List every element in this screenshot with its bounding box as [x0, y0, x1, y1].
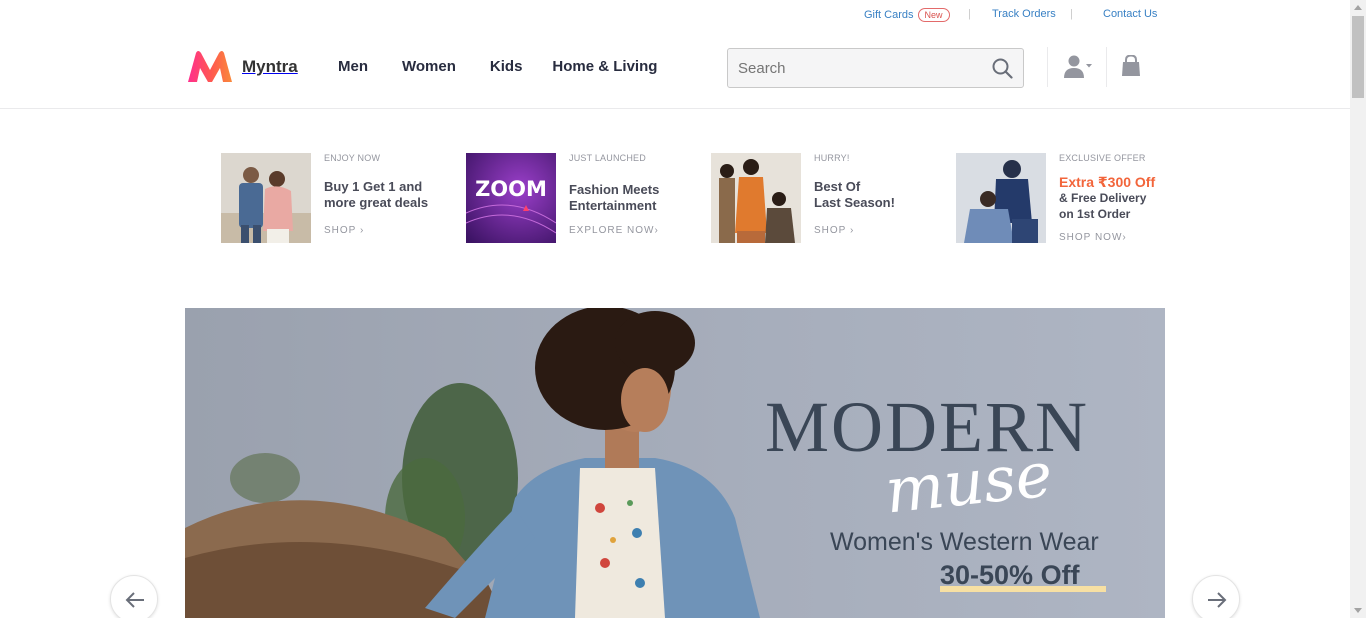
- promo-title-line: Fashion Meets: [569, 182, 660, 197]
- promo-kicker: EXCLUSIVE OFFER: [1059, 153, 1146, 163]
- promo-title: Fashion Meets Entertainment: [569, 182, 689, 214]
- promo-card[interactable]: ENJOY NOW Buy 1 Get 1 and more great dea…: [221, 153, 441, 245]
- scroll-up-icon[interactable]: [1354, 5, 1362, 10]
- gift-cards-label: Gift Cards: [864, 9, 914, 21]
- main-nav: Men Women Kids Home & Living: [338, 58, 691, 75]
- nav-kids[interactable]: Kids: [490, 58, 523, 75]
- promo-card[interactable]: HURRY! Best Of Last Season! SHOP ›: [711, 153, 931, 245]
- promo-title-line: Best Of: [814, 179, 861, 194]
- scroll-down-icon[interactable]: [1354, 608, 1362, 613]
- promo-cta[interactable]: SHOP ›: [324, 225, 364, 236]
- promo-title-line: on 1st Order: [1059, 207, 1131, 221]
- utility-bar: Gift Cards New | Track Orders | Contact U…: [0, 0, 1350, 32]
- promo-title-line: more great deals: [324, 195, 429, 210]
- search-icon[interactable]: [992, 58, 1013, 84]
- search-box: [727, 48, 1024, 88]
- gift-cards-link[interactable]: Gift Cards New: [864, 8, 950, 22]
- hero-banner[interactable]: MODERN muse Women's Western Wear 30-50% …: [185, 308, 1165, 618]
- promo-image-couple: [221, 153, 311, 243]
- promo-highlight: Extra ₹300 Off: [1059, 174, 1156, 190]
- nav-men[interactable]: Men: [338, 58, 368, 75]
- promo-image-pair: [956, 153, 1046, 243]
- promo-title-line: & Free Delivery: [1059, 191, 1147, 205]
- carousel-prev-button[interactable]: [110, 575, 158, 618]
- myntra-m-icon: [188, 51, 232, 82]
- nav-women[interactable]: Women: [402, 58, 456, 75]
- promo-image-zoom: ZOOM: [466, 153, 556, 243]
- arrow-left-icon: [125, 592, 144, 608]
- search-input[interactable]: [728, 49, 968, 87]
- header-divider: [1106, 47, 1107, 87]
- promo-cta[interactable]: SHOP NOW›: [1059, 232, 1127, 243]
- promo-cta[interactable]: EXPLORE NOW›: [569, 225, 659, 236]
- promo-title-line: Entertainment: [569, 198, 657, 213]
- header-divider: [1047, 47, 1048, 87]
- promo-title: Extra ₹300 Off & Free Delivery on 1st Or…: [1059, 174, 1179, 222]
- track-orders-link[interactable]: Track Orders: [992, 8, 1056, 20]
- promo-title: Best Of Last Season!: [814, 179, 934, 211]
- separator: |: [968, 8, 971, 20]
- main-header: Myntra Men Women Kids Home & Living: [0, 32, 1350, 109]
- hero-text-block: MODERN muse Women's Western Wear 30-50% …: [185, 308, 1165, 618]
- promo-title: Buy 1 Get 1 and more great deals: [324, 179, 444, 211]
- arrow-right-icon: [1208, 592, 1227, 608]
- zoom-logo-text: ZOOM: [475, 177, 547, 201]
- profile-icon[interactable]: [1064, 55, 1092, 84]
- hero-offer: 30-50% Off: [940, 560, 1080, 590]
- nav-home-living[interactable]: Home & Living: [552, 58, 657, 75]
- page-scrollbar[interactable]: [1350, 0, 1366, 618]
- promo-card[interactable]: EXCLUSIVE OFFER Extra ₹300 Off & Free De…: [956, 153, 1176, 245]
- carousel-next-button[interactable]: [1192, 575, 1240, 618]
- promo-kicker: HURRY!: [814, 153, 850, 163]
- promo-cta[interactable]: SHOP ›: [814, 225, 854, 236]
- separator: |: [1070, 8, 1073, 20]
- promo-title-line: Buy 1 Get 1 and: [324, 179, 423, 194]
- shopping-bag-icon[interactable]: [1121, 54, 1141, 82]
- promo-kicker: JUST LAUNCHED: [569, 153, 646, 163]
- hero-subtitle: Women's Western Wear: [830, 528, 1099, 556]
- promo-title-line: Last Season!: [814, 195, 895, 210]
- promo-card[interactable]: ZOOM JUST LAUNCHED Fashion Meets Enterta…: [466, 153, 686, 245]
- contact-us-link[interactable]: Contact Us: [1103, 8, 1157, 20]
- myntra-logo[interactable]: Myntra: [186, 50, 298, 84]
- brand-name: Myntra: [242, 57, 298, 76]
- promo-kicker: ENJOY NOW: [324, 153, 381, 163]
- new-badge: New: [917, 8, 950, 22]
- scrollbar-thumb[interactable]: [1352, 16, 1364, 98]
- promo-image-group: [711, 153, 801, 243]
